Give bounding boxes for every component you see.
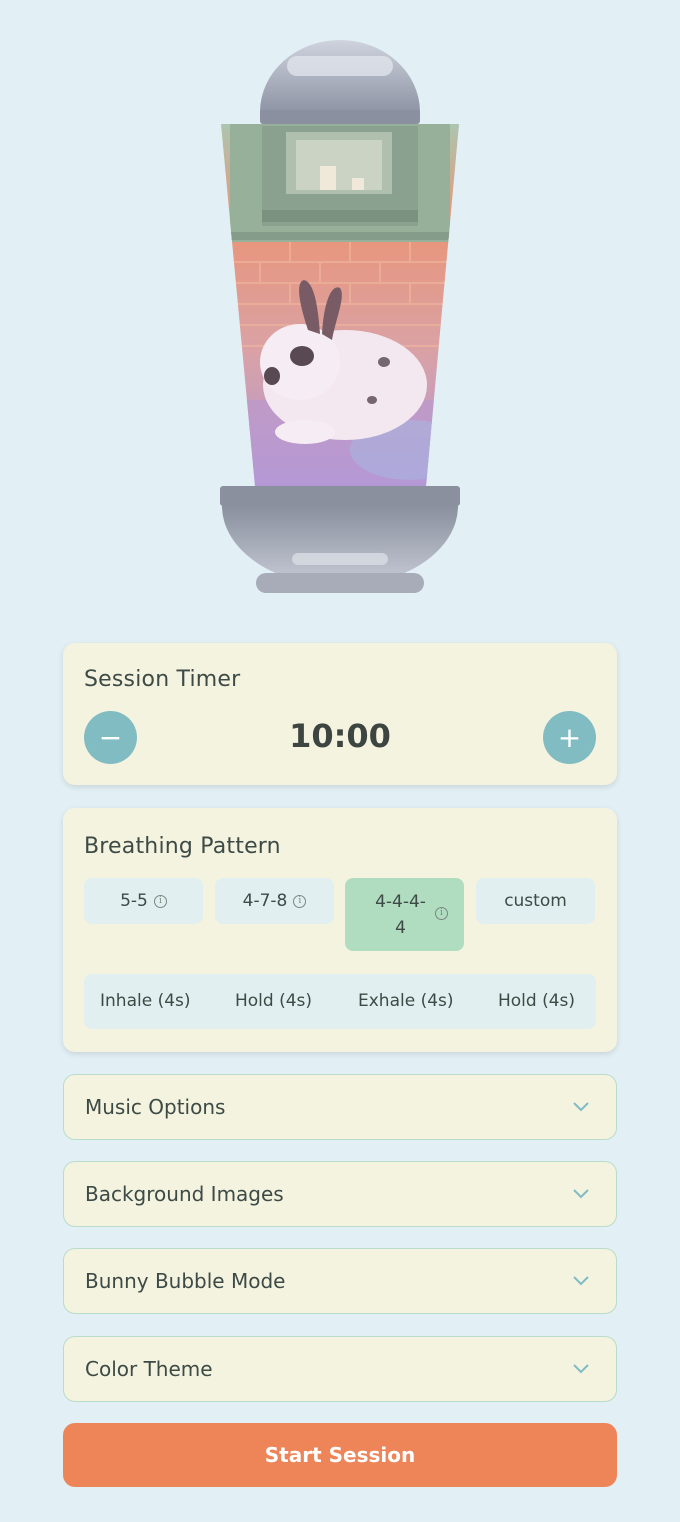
pattern-label: 4-4-4- 4 xyxy=(366,889,436,941)
breathing-pattern-title: Breathing Pattern xyxy=(84,834,281,859)
phase-hold-2: Hold (4s) xyxy=(498,991,576,1011)
chevron-down-icon xyxy=(573,1102,589,1112)
session-timer-title: Session Timer xyxy=(84,667,241,692)
timer-value: 10:00 xyxy=(289,717,391,755)
plus-icon: + xyxy=(557,720,582,754)
pattern-label-line-1: 4-4-4- xyxy=(375,891,426,912)
info-icon[interactable]: i xyxy=(435,907,448,920)
phase-inhale: Inhale (4s) xyxy=(100,991,191,1011)
chevron-down-icon xyxy=(573,1189,589,1199)
phase-sequence-bar: Inhale (4s) Hold (4s) Exhale (4s) Hold (… xyxy=(84,974,596,1029)
breathing-pattern-card: Breathing Pattern 5-5 i 4-7-8 i 4-4-4- 4… xyxy=(63,808,617,1052)
session-timer-card: Session Timer − 10:00 + xyxy=(63,643,617,785)
color-theme-accordion[interactable]: Color Theme xyxy=(63,1336,617,1402)
bunny-photo xyxy=(221,124,459,486)
accordion-label: Bunny Bubble Mode xyxy=(85,1269,286,1293)
phase-exhale: Exhale (4s) xyxy=(358,991,454,1011)
pattern-label: custom xyxy=(504,891,567,911)
chevron-down-icon xyxy=(573,1276,589,1286)
accordion-label: Color Theme xyxy=(85,1357,213,1381)
accordion-label: Background Images xyxy=(85,1182,284,1206)
music-options-accordion[interactable]: Music Options xyxy=(63,1074,617,1140)
lamp-graphic xyxy=(220,40,460,593)
pattern-5-5-button[interactable]: 5-5 i xyxy=(84,878,203,924)
increase-time-button[interactable]: + xyxy=(543,711,596,764)
pattern-label-line-2: 4 xyxy=(395,917,406,938)
pattern-label: 5-5 xyxy=(120,891,148,911)
pattern-custom-button[interactable]: custom xyxy=(476,878,595,924)
start-session-label: Start Session xyxy=(264,1443,416,1467)
accordion-label: Music Options xyxy=(85,1095,226,1119)
breathing-lamp-illustration xyxy=(0,0,680,610)
start-session-button[interactable]: Start Session xyxy=(63,1423,617,1487)
phase-hold-1: Hold (4s) xyxy=(235,991,313,1011)
chevron-down-icon xyxy=(573,1364,589,1374)
info-icon[interactable]: i xyxy=(293,894,307,908)
pattern-label: 4-7-8 xyxy=(242,891,288,911)
bunny-bubble-mode-accordion[interactable]: Bunny Bubble Mode xyxy=(63,1248,617,1314)
background-images-accordion[interactable]: Background Images xyxy=(63,1161,617,1227)
pattern-4-7-8-button[interactable]: 4-7-8 i xyxy=(215,878,334,924)
info-icon[interactable]: i xyxy=(153,894,167,908)
pattern-4-4-4-4-button[interactable]: 4-4-4- 4 i xyxy=(345,878,464,951)
